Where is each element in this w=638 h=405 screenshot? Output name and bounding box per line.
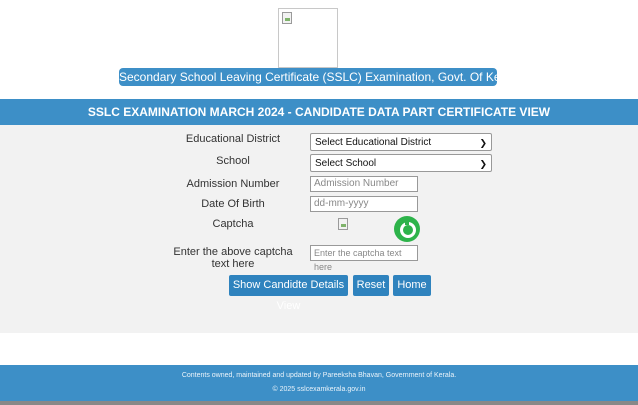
page-title: Secondary School Leaving Certificate (SS…: [119, 68, 521, 86]
admission-number-label: Admission Number: [186, 178, 280, 190]
educational-district-label: Educational District: [185, 133, 281, 145]
show-details-button[interactable]: Show Candidte Details View: [229, 275, 348, 312]
school-select[interactable]: Select School ❯: [310, 154, 492, 172]
captcha-label: Captcha: [212, 218, 254, 230]
date-of-birth-input[interactable]: dd-mm-yyyy: [310, 196, 418, 212]
broken-image-icon: [282, 12, 292, 24]
logo-image-placeholder: [278, 8, 338, 68]
date-of-birth-label: Date Of Birth: [201, 198, 265, 210]
admission-number-input[interactable]: Admission Number: [310, 176, 418, 192]
captcha-image: [338, 218, 348, 230]
footer-credits: Contents owned, maintained and updated b…: [181, 372, 457, 379]
school-label: School: [216, 155, 250, 167]
reset-button[interactable]: Reset: [353, 275, 389, 296]
captcha-input[interactable]: Enter the captcha text here: [310, 245, 418, 272]
header: Secondary School Leaving Certificate (SS…: [0, 0, 638, 99]
footer-copyright: © 2025 sslcexamkerala.gov.in: [272, 386, 366, 393]
section-title-bar: SSLC EXAMINATION MARCH 2024 - CANDIDATE …: [0, 99, 638, 125]
home-button[interactable]: Home: [393, 275, 431, 296]
footer: Contents owned, maintained and updated b…: [0, 365, 638, 401]
captcha-text-label: Enter the above captcha text here: [173, 246, 293, 270]
refresh-captcha-icon[interactable]: [394, 216, 420, 242]
school-value: Select School: [315, 158, 377, 169]
educational-district-select[interactable]: Select Educational District ❯: [310, 133, 492, 151]
chevron-down-icon: ❯: [479, 159, 487, 169]
educational-district-value: Select Educational District: [315, 137, 432, 148]
taskbar-strip: [0, 401, 638, 405]
chevron-down-icon: ❯: [479, 138, 487, 148]
